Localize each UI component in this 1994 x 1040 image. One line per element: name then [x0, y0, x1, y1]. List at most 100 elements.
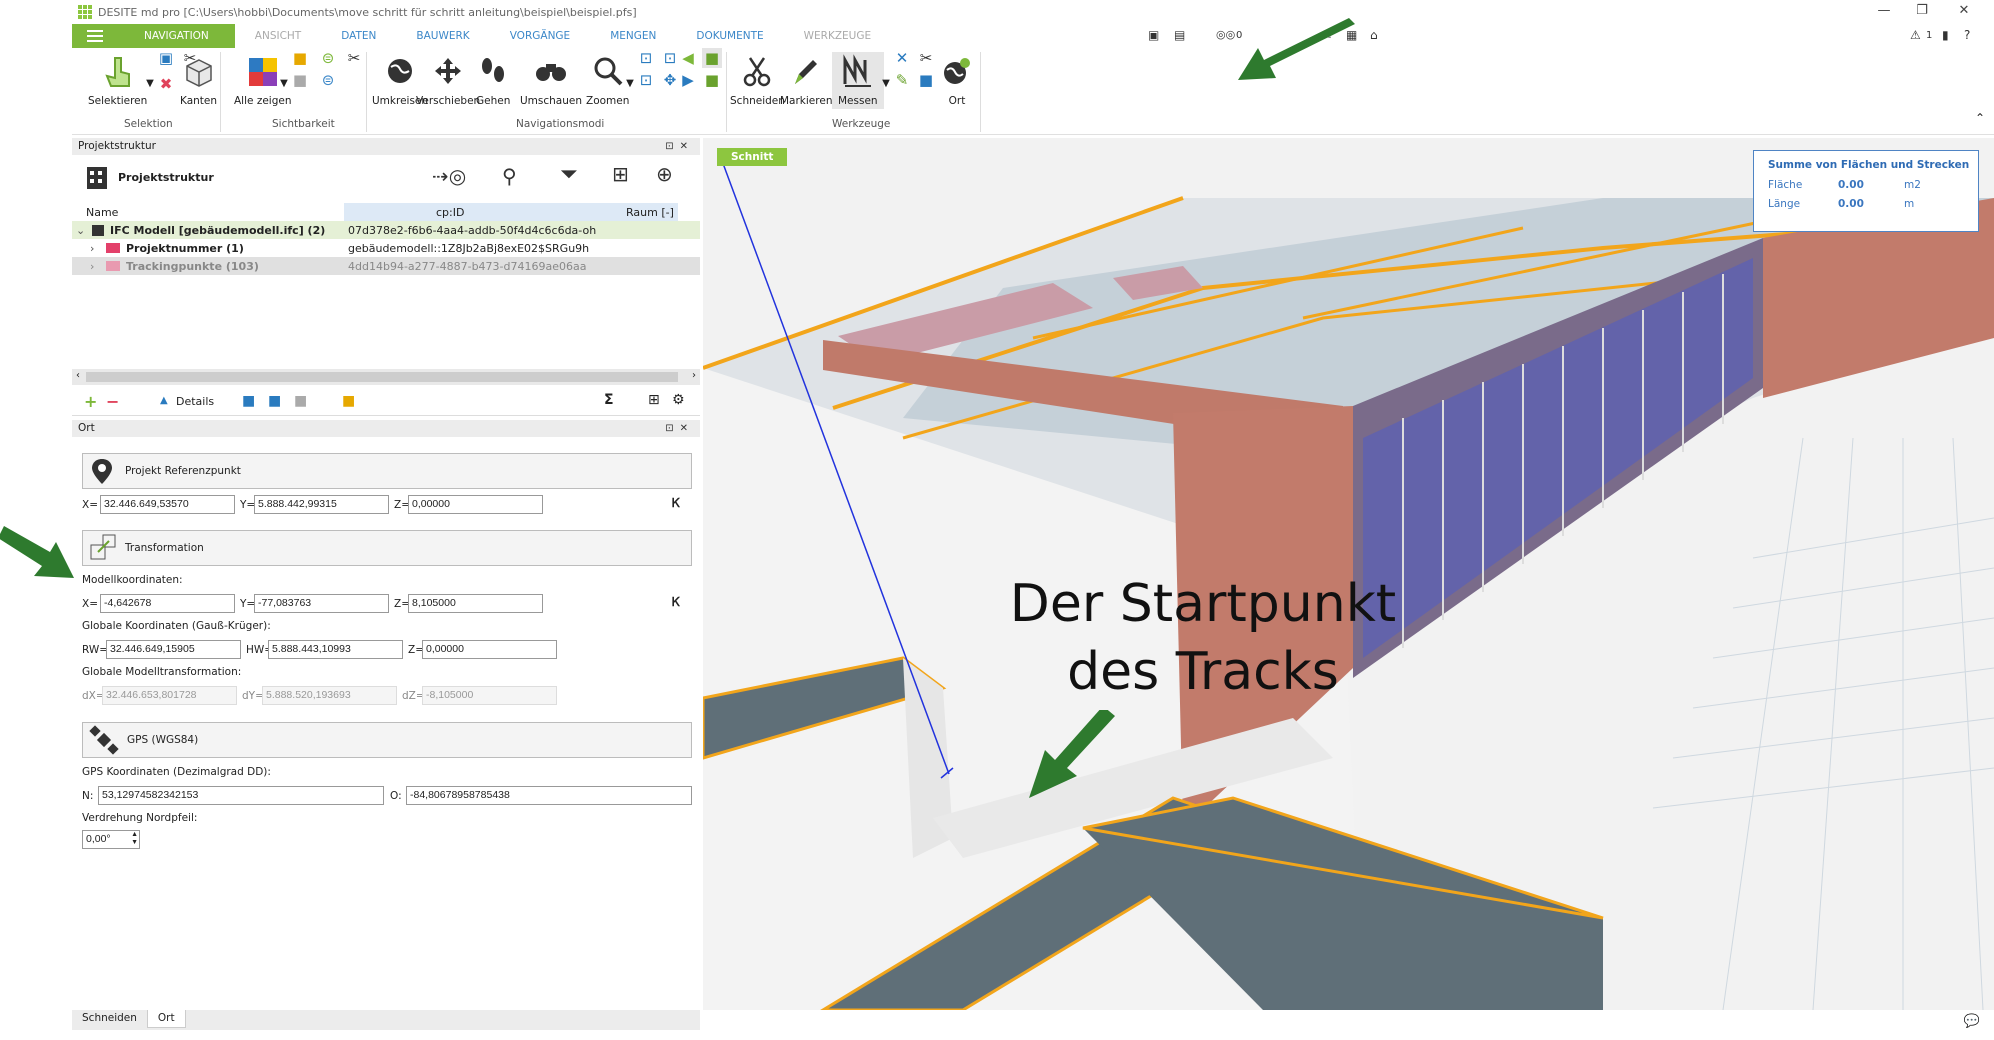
scroll-right-icon[interactable]: ›	[692, 370, 696, 381]
group-label-selektion: Selektion	[124, 118, 173, 130]
markieren-button[interactable]: Markieren	[780, 54, 832, 107]
expand-chevron-icon[interactable]: ›	[90, 242, 94, 255]
globe-grid-icon[interactable]: ⊕	[656, 162, 673, 186]
panel-pin-close-icon[interactable]: ⊡✕	[665, 138, 694, 155]
mod-y-field[interactable]: -77,083763	[254, 594, 389, 613]
sum-icon[interactable]: Σ	[604, 392, 614, 408]
referenzpunkt-section[interactable]: Projekt Referenzpunkt	[82, 453, 692, 489]
tab-daten[interactable]: DATEN	[321, 24, 396, 48]
hw-field[interactable]: 5.888.443,10993	[268, 640, 403, 659]
measure-pick-icon[interactable]: Ꮶ	[672, 595, 680, 610]
wrench-icon[interactable]: ✂	[916, 48, 936, 68]
o-field[interactable]: -84,80678958785438	[406, 786, 692, 805]
remove-icon[interactable]: −	[106, 392, 119, 411]
tab-mengen[interactable]: MENGEN	[590, 24, 676, 48]
tree-row[interactable]: › Projektnummer (1) gebäudemodell::1Z8Jb…	[72, 239, 700, 257]
umschauen-button[interactable]: Umschauen	[520, 54, 582, 107]
select-objects-icon[interactable]: ▣	[156, 48, 176, 68]
flaeche-unit: m2	[1904, 179, 1921, 191]
details-button[interactable]: Details	[176, 395, 214, 408]
options-icon[interactable]: ⚙	[672, 392, 685, 408]
tab-navigation[interactable]: NAVIGATION	[118, 24, 235, 48]
filter-list-icon[interactable]: ⊜	[318, 48, 338, 68]
home-icon[interactable]: ⌂	[1370, 28, 1378, 42]
ref-x-field[interactable]: 32.446.649,53570	[100, 495, 235, 514]
tab-vorgaenge[interactable]: VORGÄNGE	[490, 24, 591, 48]
cube-add-icon[interactable]: ■	[242, 393, 255, 409]
warning-icon[interactable]: ⚠	[1910, 28, 1921, 42]
collapse-ribbon-icon[interactable]: ⌃	[1970, 108, 1990, 128]
restore-button[interactable]: ❐	[1912, 3, 1932, 18]
ort-button[interactable]: Ort	[940, 54, 974, 107]
tree-row[interactable]: ⌄ IFC Modell [gebäudemodell.ifc] (2) 07d…	[72, 221, 700, 239]
details-chevron-icon[interactable]: ▲	[160, 395, 168, 406]
collapse-chevron-icon[interactable]: ⌄	[76, 224, 85, 237]
link-rings-icon[interactable]: ⇢◎	[432, 164, 466, 188]
delete-measure-icon[interactable]: ✕	[892, 48, 912, 68]
chat-bubble-icon[interactable]: 💬	[1964, 1014, 1980, 1029]
cube-icon[interactable]: ■	[702, 70, 722, 90]
view-cube-icon[interactable]: ■	[702, 48, 722, 68]
zoom-selection-icon[interactable]: ⊡	[636, 48, 656, 68]
show-objects-icon[interactable]: ■	[290, 48, 310, 68]
column-header-raum[interactable]: Raum [-]	[626, 206, 674, 219]
selektieren-button[interactable]: Selektieren	[88, 54, 147, 107]
minimize-button[interactable]: —	[1874, 3, 1894, 18]
nordpfeil-spinner[interactable]: 0,00° ▲ ▼	[82, 830, 140, 849]
cube-search-icon[interactable]: ■	[268, 393, 281, 409]
3d-viewport[interactable]: Schnitt Summe von Flächen und Strecken F…	[703, 138, 1994, 1010]
expand-chevron-icon[interactable]: ›	[90, 260, 94, 273]
add-icon[interactable]: +	[84, 392, 97, 411]
tab-werkzeuge[interactable]: WERKZEUGE	[784, 24, 891, 48]
pin-icon[interactable]: ✎	[892, 70, 912, 90]
rw-label: RW=	[82, 644, 109, 656]
tree-row[interactable]: › Trackingpunkte (103) 4dd14b94-a277-488…	[72, 257, 700, 275]
close-button[interactable]: ✕	[1954, 3, 1974, 18]
help-icon[interactable]: ?	[1964, 28, 1970, 42]
transformation-section[interactable]: Transformation	[82, 530, 692, 566]
n-field[interactable]: 53,12974582342153	[98, 786, 384, 805]
measure-pick-icon[interactable]: Ꮶ	[672, 496, 680, 511]
tab-bauwerk[interactable]: BAUWERK	[396, 24, 489, 48]
tree-settings-icon[interactable]: ⊞	[648, 392, 660, 408]
ref-y-field[interactable]: 5.888.442,99315	[254, 495, 389, 514]
monitor-icon[interactable]: ▤	[1174, 28, 1185, 42]
column-header-name[interactable]: Name	[86, 206, 118, 219]
schneiden-button[interactable]: Schneiden	[730, 54, 785, 107]
spinner-arrows-icon[interactable]: ▲ ▼	[131, 831, 138, 847]
kanten-button[interactable]: Kanten	[180, 54, 217, 107]
cube-hide-icon[interactable]: ■	[294, 393, 307, 409]
panel-icon[interactable]: ▮	[1942, 28, 1949, 42]
tab-dokumente[interactable]: DOKUMENTE	[676, 24, 783, 48]
filter-icon[interactable]: ⏷	[560, 162, 578, 187]
rw-field[interactable]: 32.446.649,15905	[106, 640, 241, 659]
gehen-button[interactable]: Gehen	[476, 54, 510, 107]
layer-list-icon[interactable]: ⊜	[318, 70, 338, 90]
mod-z-field[interactable]: 8,105000	[408, 594, 543, 613]
window-layout-icon[interactable]: ▣	[1148, 28, 1159, 42]
mod-x-field[interactable]: -4,642678	[100, 594, 235, 613]
hierarchy-icon[interactable]: ⊞	[612, 162, 629, 186]
scroll-left-icon[interactable]: ‹	[76, 370, 80, 381]
scroll-thumb[interactable]	[86, 372, 678, 382]
gps-section[interactable]: GPS (WGS84)	[82, 722, 692, 758]
tab-ansicht[interactable]: ANSICHT	[235, 24, 321, 48]
ref-z-field[interactable]: 0,00000	[408, 495, 543, 514]
cube-settings-icon[interactable]: ■	[916, 70, 936, 90]
zoom-fit-icon[interactable]: ✥	[660, 70, 680, 90]
cube-color-icon[interactable]: ■	[342, 393, 355, 409]
schnitt-tag[interactable]: Schnitt	[717, 148, 788, 166]
gz-field[interactable]: 0,00000	[422, 640, 557, 659]
hide-objects-icon[interactable]: ■	[290, 70, 310, 90]
forward-view-icon[interactable]: ▶	[678, 70, 698, 90]
wrench-icon[interactable]: ✂	[344, 48, 364, 68]
zoom-extents-icon[interactable]: ⊡	[660, 48, 680, 68]
verschieben-button[interactable]: Verschieben	[416, 54, 480, 107]
zoom-window-icon[interactable]: ⊡	[636, 70, 656, 90]
panel-pin-close-icon[interactable]: ⊡✕	[665, 420, 694, 437]
pin-search-icon[interactable]: ⚲	[502, 164, 517, 188]
deselect-icon[interactable]: ✖	[156, 74, 176, 94]
horizontal-scrollbar[interactable]: ‹ ›	[72, 369, 700, 385]
hamburger-menu-icon[interactable]	[72, 24, 118, 48]
back-view-icon[interactable]: ◀	[678, 48, 698, 68]
